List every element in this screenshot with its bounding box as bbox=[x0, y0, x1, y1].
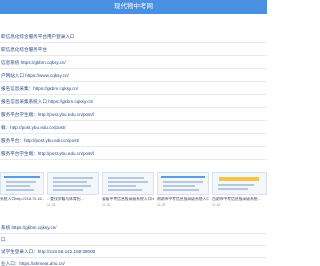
thumbnail-date: 11-25 bbox=[47, 203, 56, 207]
list-item[interactable]: 户网站入口 https://www.cqksy.cn/ bbox=[0, 69, 267, 82]
list-item[interactable]: 服务平台学生端：http://post.ybu.edu.cn/post/l bbox=[0, 147, 267, 160]
list-item[interactable]: 职信息化综合服务平台用户登录入口 bbox=[0, 30, 267, 43]
list-item-link[interactable]: 职信息化综合服务平台 bbox=[0, 47, 47, 52]
thumbnail-card[interactable]: 系统入口http://218.70.16... bbox=[0, 172, 44, 210]
list-item[interactable]: 服务平台学生端：http://post.ybu.edu.cn/post/l bbox=[0, 108, 267, 121]
page-title: 现代物中考网 bbox=[114, 3, 153, 10]
thumbnail-caption[interactable]: 省级中考信息报高级系统入口http://121.204.12... bbox=[102, 197, 154, 202]
thumbnail-caption[interactable]: 系统入口http://218.70.16... bbox=[0, 197, 44, 202]
list-item-link[interactable]: 信息系统 https://gkbm.cqksy.cn/ bbox=[0, 60, 66, 65]
list-item-link[interactable]: 服务平台学生端：http://post.ybu.edu.cn/post/l bbox=[0, 112, 94, 117]
thumbnail-caption[interactable]: ...查找学籍与体育招... bbox=[47, 197, 99, 202]
thumbnail-strip: 系统入口http://218.70.16... ...查找学籍与体育招... 1… bbox=[0, 172, 267, 210]
thumbnail-caption[interactable]: 西湖市中考信息报高级系统... bbox=[212, 197, 267, 202]
list-item[interactable]: 职信息化综合服务平台 bbox=[0, 43, 267, 56]
list-item-link[interactable]: 服务平台：http://post.ybu.edu.cn/post/ bbox=[0, 138, 79, 143]
thumbnail-card[interactable]: ...查找学籍与体育招... 11-25 bbox=[47, 172, 99, 210]
thumbnail-image[interactable] bbox=[0, 172, 44, 195]
thumbnail-card[interactable]: 朝湖市中考信息报高级系统入口http://0759.gaokao... 11-2… bbox=[157, 172, 209, 210]
list-item-link[interactable]: 服务平台学生端：http://post.ybu.edu.cn/post/l bbox=[0, 151, 94, 156]
list-item-link[interactable]: 口 bbox=[0, 237, 6, 242]
thumbnail-date: 11-25 bbox=[212, 203, 221, 207]
list-item[interactable]: 报名信息采集：https://gkbm.cqksy.cn/ bbox=[0, 82, 267, 95]
thumbnail-image[interactable] bbox=[47, 172, 99, 195]
list-item-link[interactable]: 报名信息采集系统入口 https://gkbm.cqksy.cn/ bbox=[0, 99, 93, 104]
page-header: 现代物中考网 bbox=[0, 0, 267, 14]
list-item-link[interactable]: 载：http://post.ybu.edu.cn/post/ bbox=[0, 125, 65, 130]
thumbnail-image[interactable] bbox=[212, 172, 267, 195]
list-item-link[interactable]: 户网站入口 https://www.cqksy.cn/ bbox=[0, 73, 69, 78]
list-item-link[interactable]: 报名信息采集：https://gkbm.cqksy.cn/ bbox=[0, 86, 78, 91]
thumbnail-caption[interactable]: 朝湖市中考信息报高级系统入口http://0759.gaokao... bbox=[157, 197, 209, 202]
list-item-link[interactable]: 试学生登录入口：http://218.58.142.159:38000 bbox=[0, 249, 95, 254]
thumbnail-image[interactable] bbox=[157, 172, 209, 195]
list-item[interactable]: 信息系统 https://gkbm.cqksy.cn/ bbox=[0, 56, 267, 69]
thumbnail-date: 11-25 bbox=[157, 203, 166, 207]
list-item-link[interactable]: 业入口：https://ahmeat.ahu.cn/ bbox=[0, 261, 65, 266]
list-item[interactable]: 载：http://post.ybu.edu.cn/post/ bbox=[0, 121, 267, 134]
thumbnail-card[interactable]: 西湖市中考信息报高级系统... 11-25 bbox=[212, 172, 267, 210]
list-item[interactable]: 报名信息采集系统入口 https://gkbm.cqksy.cn/ bbox=[0, 95, 267, 108]
list-item[interactable]: 业入口：https://ahmeat.ahu.cn/ bbox=[0, 257, 267, 266]
thumbnail-image[interactable] bbox=[102, 172, 154, 195]
list-item[interactable]: 服务平台：http://post.ybu.edu.cn/post/ bbox=[0, 134, 267, 147]
list-item-link[interactable]: 职信息化综合服务平台用户登录入口 bbox=[0, 34, 75, 39]
thumbnail-date: 11-25 bbox=[102, 203, 111, 207]
list-item-link[interactable]: 系统 https://gkbm.cqksy.cn/ bbox=[0, 225, 57, 230]
thumbnail-card[interactable]: 省级中考信息报高级系统入口http://121.204.12... 11-25 bbox=[102, 172, 154, 210]
